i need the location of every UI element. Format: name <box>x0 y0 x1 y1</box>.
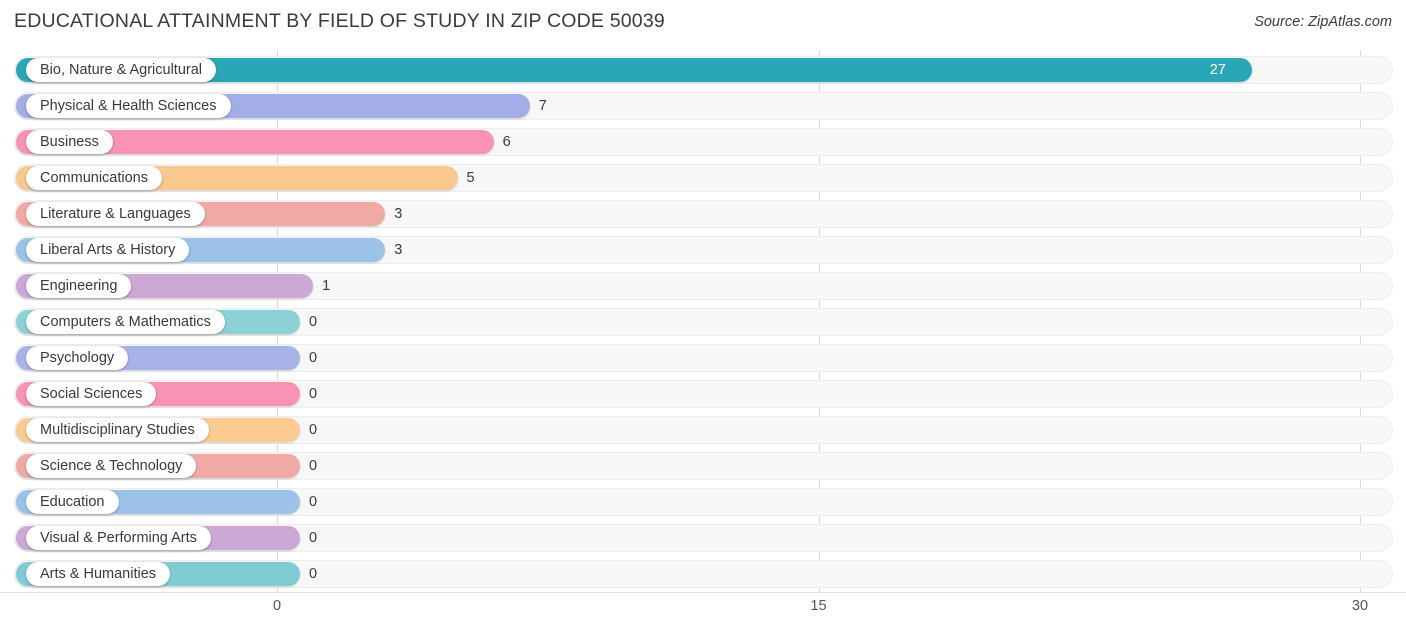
bar-row[interactable]: Multidisciplinary Studies 0 <box>0 412 1406 448</box>
bar-row[interactable]: Literature & Languages 3 <box>0 196 1406 232</box>
chart-root: EDUCATIONAL ATTAINMENT BY FIELD OF STUDY… <box>0 0 1406 632</box>
bar-row[interactable]: Bio, Nature & Agricultural 27 <box>0 52 1406 88</box>
bar-category-label: Multidisciplinary Studies <box>26 418 209 442</box>
bar-category-label: Visual & Performing Arts <box>26 526 211 550</box>
x-tick-label: 30 <box>1351 598 1369 614</box>
bar-category-text: Arts & Humanities <box>40 565 157 582</box>
bar-category-label: Business <box>26 130 113 154</box>
bar-value-label: 3 <box>394 206 403 222</box>
bar-row[interactable]: Physical & Health Sciences 7 <box>0 88 1406 124</box>
bar-value-label: 0 <box>309 458 318 474</box>
bar-row[interactable]: Arts & Humanities 0 <box>0 556 1406 592</box>
bar-value-label: 1 <box>322 278 331 294</box>
bar-value-label: 3 <box>394 242 403 258</box>
bar-category-text: Bio, Nature & Agricultural <box>40 61 202 78</box>
bar-category-label: Arts & Humanities <box>26 562 171 586</box>
bar-category-text: Engineering <box>40 277 118 294</box>
chart-header: EDUCATIONAL ATTAINMENT BY FIELD OF STUDY… <box>0 0 1406 44</box>
bar-category-text: Literature & Languages <box>40 205 191 222</box>
bar-value-label: 0 <box>309 314 318 330</box>
bar-category-text: Education <box>40 493 105 510</box>
x-tick-label: 15 <box>810 598 827 614</box>
bar-value-label: 6 <box>502 134 511 150</box>
bar-category-label: Engineering <box>26 274 132 298</box>
bar-value-label: 7 <box>538 98 547 114</box>
bar-value-label: 0 <box>309 386 318 402</box>
bar-category-text: Business <box>40 133 99 150</box>
bar-category-text: Communications <box>40 169 148 186</box>
bar-row[interactable]: Science & Technology 0 <box>0 448 1406 484</box>
x-tick-label: 0 <box>272 598 282 614</box>
bar-row[interactable]: Business 6 <box>0 124 1406 160</box>
bar-row[interactable]: Visual & Performing Arts 0 <box>0 520 1406 556</box>
bar-value-label: 0 <box>309 530 318 546</box>
bar-category-label: Communications <box>26 166 162 190</box>
bar-category-text: Physical & Health Sciences <box>40 97 217 114</box>
bar-row[interactable]: Communications 5 <box>0 160 1406 196</box>
bar-category-label: Education <box>26 490 119 514</box>
bar-category-label: Physical & Health Sciences <box>26 94 231 118</box>
bar-category-text: Visual & Performing Arts <box>40 529 197 546</box>
bar-row[interactable]: Computers & Mathematics 0 <box>0 304 1406 340</box>
bar-row[interactable]: Social Sciences 0 <box>0 376 1406 412</box>
page-title: EDUCATIONAL ATTAINMENT BY FIELD OF STUDY… <box>14 10 665 32</box>
bar-category-label: Science & Technology <box>26 454 197 478</box>
bar-category-label: Computers & Mathematics <box>26 310 225 334</box>
bar-value-label: 27 <box>1209 62 1226 78</box>
bar-category-label: Bio, Nature & Agricultural <box>26 58 216 82</box>
plot-area: Bio, Nature & Agricultural 27 Physical & H… <box>0 44 1406 592</box>
source-attribution: Source: ZipAtlas.com <box>1254 14 1392 30</box>
bar-row[interactable]: Engineering 1 <box>0 268 1406 304</box>
bar-category-label: Psychology <box>26 346 129 370</box>
bar-rows: Bio, Nature & Agricultural 27 Physical & H… <box>0 44 1406 592</box>
bar-value-label: 0 <box>309 350 318 366</box>
bar-value-label: 0 <box>309 422 318 438</box>
bar-category-text: Computers & Mathematics <box>40 313 211 330</box>
bar-category-text: Liberal Arts & History <box>40 241 176 258</box>
bar-category-text: Social Sciences <box>40 385 143 402</box>
x-axis: 0 15 30 <box>0 592 1406 632</box>
bar-value-label: 0 <box>309 494 318 510</box>
bar-row[interactable]: Psychology 0 <box>0 340 1406 376</box>
axis-line <box>0 592 1406 593</box>
bar-value-label: 5 <box>466 170 475 186</box>
bar-row[interactable]: Education 0 <box>0 484 1406 520</box>
bar-category-text: Psychology <box>40 349 115 366</box>
bar-value-label: 0 <box>309 566 318 582</box>
bar-category-label: Literature & Languages <box>26 202 205 226</box>
bar-row[interactable]: Liberal Arts & History 3 <box>0 232 1406 268</box>
bar-category-label: Liberal Arts & History <box>26 238 190 262</box>
bar-category-text: Science & Technology <box>40 457 183 474</box>
bar-category-label: Social Sciences <box>26 382 157 406</box>
bar-category-text: Multidisciplinary Studies <box>40 421 195 438</box>
